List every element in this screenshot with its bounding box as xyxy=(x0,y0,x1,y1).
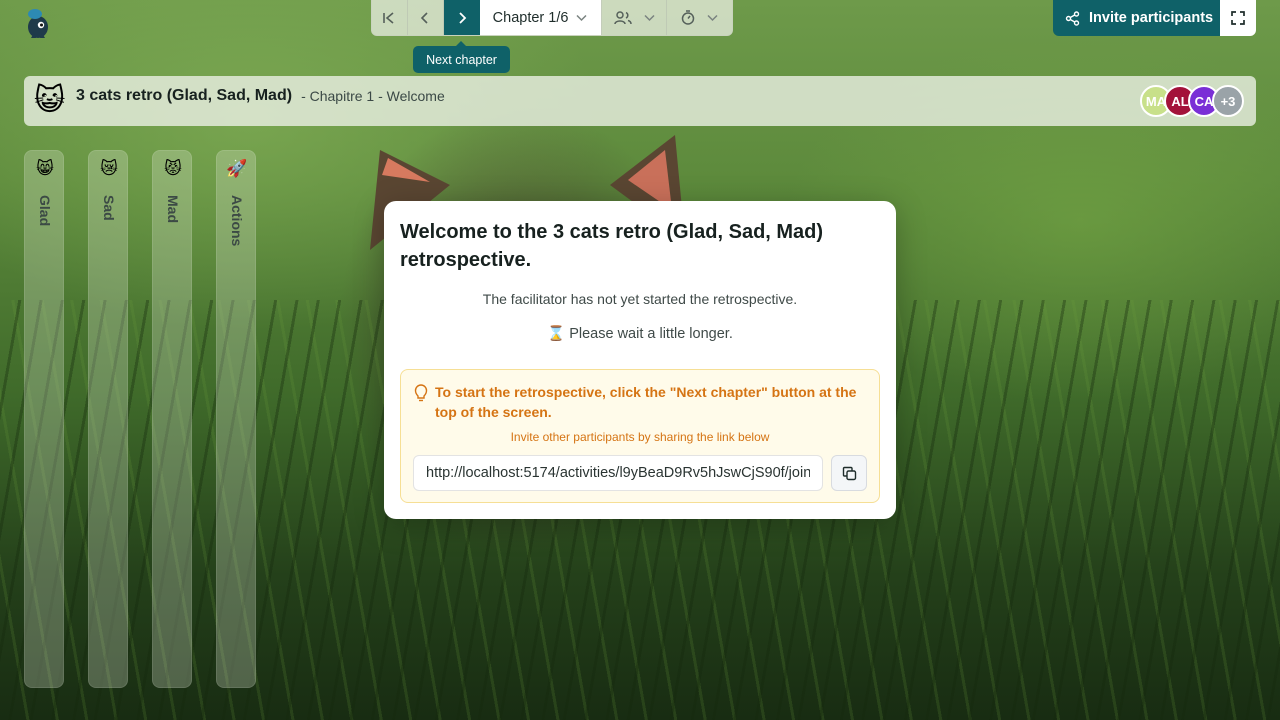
chevron-down-icon xyxy=(644,14,655,21)
more-participants-badge[interactable]: +3 xyxy=(1212,85,1244,117)
tip-box: To start the retrospective, click the "N… xyxy=(400,369,880,503)
column-label: Sad xyxy=(101,195,117,221)
timer-dropdown[interactable] xyxy=(667,0,732,35)
fullscreen-button[interactable] xyxy=(1220,0,1256,36)
invite-link-input[interactable] xyxy=(413,455,823,491)
participants-dropdown[interactable] xyxy=(602,0,668,35)
chevron-right-icon xyxy=(459,11,466,24)
first-chapter-button[interactable] xyxy=(372,0,408,35)
previous-chapter-button[interactable] xyxy=(408,0,444,35)
tip-text: To start the retrospective, click the "N… xyxy=(435,384,857,420)
share-icon xyxy=(1065,10,1080,26)
column-mad[interactable]: 😾 Mad xyxy=(152,150,192,688)
timer-icon xyxy=(681,10,695,25)
retro-header: 😺 3 cats retro (Glad, Sad, Mad) - Chapit… xyxy=(24,76,1256,126)
welcome-dialog: Welcome to the 3 cats retro (Glad, Sad, … xyxy=(384,201,896,519)
next-chapter-tooltip: Next chapter xyxy=(413,41,510,73)
column-label: Actions xyxy=(229,195,245,247)
first-chapter-icon xyxy=(383,11,394,24)
dialog-status-text: The facilitator has not yet started the … xyxy=(482,291,798,307)
participant-avatars[interactable]: MA AL CA +3 xyxy=(1140,85,1244,117)
lightbulb-icon xyxy=(414,384,428,402)
column-sad[interactable]: 😿 Sad xyxy=(88,150,128,688)
chevron-down-icon xyxy=(707,14,718,21)
chapter-subtitle: - Chapitre 1 - Welcome xyxy=(301,88,445,104)
rocket-icon: 🚀 xyxy=(226,159,248,178)
chevron-left-icon xyxy=(421,11,428,24)
invite-hint: Invite other participants by sharing the… xyxy=(510,430,770,444)
next-chapter-button[interactable] xyxy=(443,0,480,35)
mad-cat-icon: 😾 xyxy=(164,159,182,178)
column-label: Glad xyxy=(37,195,53,227)
column-actions[interactable]: 🚀 Actions xyxy=(216,150,256,688)
invite-participants-label: Invite participants xyxy=(1089,10,1214,26)
chapter-select[interactable]: Chapter 1/6 xyxy=(479,0,603,35)
cat-emoji-icon: 😺 xyxy=(34,84,66,117)
retro-title: 3 cats retro (Glad, Sad, Mad) xyxy=(76,87,293,104)
dialog-wait-text: ⌛ Please wait a little longer. xyxy=(547,326,733,342)
sad-cat-icon: 😿 xyxy=(100,159,118,178)
chevron-down-icon xyxy=(576,14,587,21)
copy-icon xyxy=(842,466,856,480)
copy-link-button[interactable] xyxy=(831,455,867,491)
column-glad[interactable]: 😸 Glad xyxy=(24,150,64,688)
glad-cat-icon: 😸 xyxy=(36,159,54,178)
app-logo-icon[interactable] xyxy=(22,6,54,40)
invite-participants-button[interactable]: Invite participants xyxy=(1053,0,1220,36)
chapter-toolbar: Chapter 1/6 xyxy=(371,0,733,36)
chapter-select-value: Chapter 1/6 xyxy=(492,9,569,26)
column-label: Mad xyxy=(165,195,181,223)
dialog-title: Welcome to the 3 cats retro (Glad, Sad, … xyxy=(400,221,824,271)
fullscreen-icon xyxy=(1231,11,1245,25)
users-icon xyxy=(614,10,632,24)
